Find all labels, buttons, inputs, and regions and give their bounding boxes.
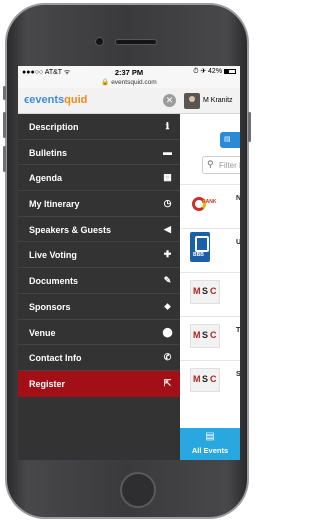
home-button[interactable] [120,472,156,508]
menu-item-label: Venue [29,327,56,338]
list-icon: ▤ [224,136,231,143]
tag-icon: ⬥ [164,300,171,311]
menu-item-label: Bulletins [29,147,68,158]
user-bar: M Kranitz [180,88,240,114]
list-item[interactable]: RANK N [180,184,240,228]
chat-bubble-icon: ▬ [163,146,172,157]
menu-item-my-itinerary[interactable]: My Itinerary ◷ [18,191,180,217]
msc-logo: M S C [190,280,220,304]
address-bar[interactable]: 🔒 eventsquid.com [18,78,240,86]
menu-item-venue[interactable]: Venue ⬤ [18,320,180,346]
volume-down-button [3,146,6,172]
phone-icon: ✆ [163,352,172,363]
list-item-title: T [236,327,240,334]
bbb-logo: BBB [190,232,210,262]
menu-item-live-voting[interactable]: Live Voting ✚ [18,242,180,269]
sponsor-logo-rank: RANK [190,193,222,219]
menu-item-agenda[interactable]: Agenda ▦ [18,165,180,192]
battery-icon [224,68,236,74]
menu-item-bulletins[interactable]: Bulletins ▬ [18,140,180,166]
map-pin-icon: ⬤ [162,326,173,337]
menu-item-label: Speakers & Guests [29,224,112,235]
user-name: M Kranitz [203,97,233,104]
status-bar: ●●●○○ AT&T ᯤ 2:37 PM ⏱ ✈ 42% 🔒 eventsqui… [18,66,240,88]
msc-logo: M S C [190,324,220,348]
filter-placeholder: Filter ite [219,161,240,170]
menu-item-contact-info[interactable]: Contact Info ✆ [18,345,180,371]
side-menu: ϵeventsquid ✕ Description ℹ Bulletins ▬ … [18,88,180,460]
url-text: eventsquid.com [111,79,157,86]
menu-item-register[interactable]: Register ⇱ [18,370,180,397]
menu-item-label: Documents [29,276,79,287]
msc-letter: C [210,330,217,340]
status-indicators: ⏱ ✈ 42% [193,68,223,75]
msc-letter: S [202,286,209,296]
power-button [248,112,251,142]
menu-item-label: My Itinerary [29,199,80,210]
menu-list: Description ℹ Bulletins ▬ Agenda ▦ My It… [18,114,180,397]
calendar-list-icon: ▤ [205,431,215,442]
menu-item-label: Agenda [29,173,63,184]
menu-header: ϵeventsquid ✕ [18,88,180,114]
avatar[interactable] [184,93,200,109]
menu-item-label: Description [29,122,79,132]
clock-icon: ◷ [163,198,172,209]
msc-letter: C [210,286,217,296]
menu-item-speakers-guests[interactable]: Speakers & Guests ◀ [18,217,180,243]
lock-icon: 🔒 [101,79,110,86]
logo-text-main: events [29,94,65,106]
menu-item-label: Contact Info [29,353,82,364]
list-item[interactable]: M S C S [180,360,240,404]
bbb-logo-text: BBB [193,252,204,258]
msc-letter: M [193,374,201,384]
msc-letter: C [210,374,217,384]
info-icon: ℹ [165,121,170,131]
msc-letter: S [202,374,209,384]
msc-letter: S [202,330,209,340]
menu-item-label: Sponsors [29,301,71,312]
pencil-icon: ✎ [163,275,172,286]
all-events-label: All Events [191,446,229,455]
front-camera [95,37,104,46]
eventsquid-logo[interactable]: ϵeventsquid [24,94,87,106]
menu-item-documents[interactable]: Documents ✎ [18,268,180,294]
list-item[interactable]: BBB U [180,228,240,272]
list-item-title: S [236,371,240,378]
msc-letter: M [193,330,201,340]
list-item-title: N [236,195,240,202]
earpiece-speaker [115,39,157,45]
rank-logo-text: RANK [202,199,217,205]
menu-item-label: Live Voting [29,250,77,261]
list-item[interactable]: M S C T [180,316,240,360]
msc-logo: M S C [190,368,220,392]
mute-switch [3,86,6,100]
external-link-icon: ⇱ [163,377,172,388]
menu-item-description[interactable]: Description ℹ [18,114,180,140]
main-content: M Kranitz ▤ ⚲ Filter ite RANK N BBB U M … [180,88,240,460]
list-item[interactable]: M S C [180,272,240,316]
volume-up-button [3,112,6,138]
msc-letter: M [193,286,201,296]
search-icon: ⚲ [207,159,214,169]
list-item-title: U [236,239,240,246]
screen: ●●●○○ AT&T ᯤ 2:37 PM ⏱ ✈ 42% 🔒 eventsqui… [18,66,240,460]
menu-item-sponsors[interactable]: Sponsors ⬥ [18,294,180,320]
status-right: ⏱ ✈ 42% [193,68,236,76]
plus-icon: ✚ [163,249,172,260]
logo-text-accent: quid [64,94,88,106]
filter-input[interactable]: ⚲ Filter ite [202,156,240,174]
speaker-icon: ◀ [164,223,171,234]
all-events-button[interactable]: ▤ All Events [180,428,240,460]
view-toggle-button[interactable]: ▤ [220,132,240,148]
menu-item-label: Register [29,378,66,389]
calendar-icon: ▦ [163,172,172,183]
close-menu-button[interactable]: ✕ [163,94,176,107]
